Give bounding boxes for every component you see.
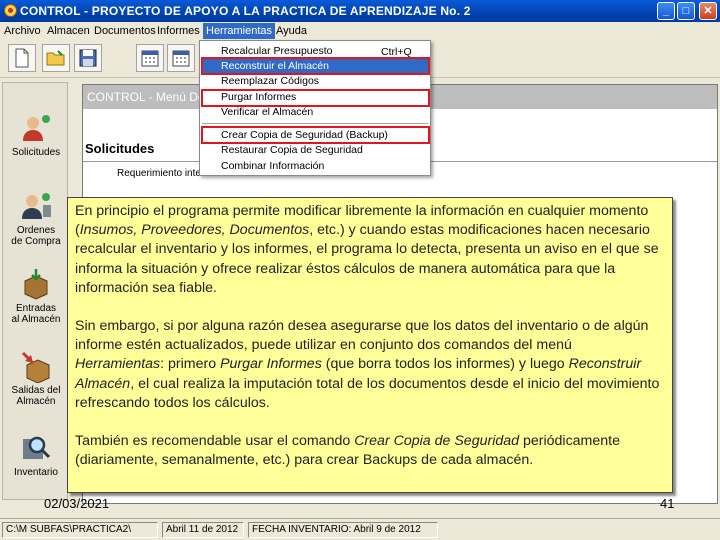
status-inventory-date: FECHA INVENTARIO: Abril 9 de 2012	[248, 522, 438, 538]
status-date: Abril 11 de 2012	[162, 522, 244, 538]
calendar-icon	[172, 50, 190, 67]
menu-bar: Archivo Almacen Documentos Informes Herr…	[0, 22, 720, 40]
menu-item-restaurar-copia[interactable]: Restaurar Copia de Seguridad	[221, 144, 363, 156]
sidebar-label: al Almacén	[11, 314, 61, 325]
note-paragraph-2: Sin embargo, si por alguna razón desea a…	[75, 318, 660, 411]
box-in-icon	[24, 269, 48, 300]
menu-almacen[interactable]: Almacen	[47, 25, 90, 37]
note-paragraph-3: También es recomendable usar el comando …	[75, 433, 620, 469]
menu-herramientas[interactable]: Herramientas	[203, 23, 276, 39]
user-request-icon	[23, 115, 50, 141]
note-paragraph-1: En principio el programa permite modific…	[75, 203, 659, 296]
minimize-button[interactable]: _	[657, 2, 675, 20]
menu-separator	[202, 123, 428, 124]
new-document-button[interactable]	[8, 44, 36, 72]
annotation-box-reconstruir	[201, 57, 430, 75]
save-button[interactable]	[74, 44, 102, 72]
menu-item-reemplazar-codigos[interactable]: Reemplazar Códigos	[221, 75, 319, 87]
menu-ayuda[interactable]: Ayuda	[276, 25, 307, 37]
magnifier-icon	[23, 436, 51, 459]
menu-informes[interactable]: Informes	[157, 25, 200, 37]
menu-documentos[interactable]: Documentos	[94, 25, 156, 37]
folder-icon	[46, 50, 65, 66]
sidebar-label: Entradas	[15, 303, 57, 314]
slide-page-number: 41	[660, 496, 675, 511]
sidebar-item-entradas[interactable]: Entradas al Almacén	[3, 267, 69, 325]
new-file-icon	[15, 48, 29, 68]
annotation-box-purgar	[201, 89, 430, 107]
sidebar-label: Inventario	[14, 467, 58, 478]
menu-item-combinar-informacion[interactable]: Combinar Información	[221, 160, 324, 172]
sidebar: Solicitudes Ordenes de Compra Entradas a…	[2, 82, 68, 500]
menu-item-verificar-almacen[interactable]: Verificar el Almacén	[221, 106, 313, 118]
maximize-button[interactable]: □	[677, 2, 695, 20]
sidebar-item-solicitudes[interactable]: Solicitudes	[3, 111, 69, 158]
menu-item-recalcular-presupuesto[interactable]: Recalcular Presupuesto	[221, 45, 332, 57]
calendar-button-1[interactable]	[136, 44, 164, 72]
sidebar-label: Solicitudes	[11, 147, 61, 158]
sidebar-label: de Compra	[11, 236, 61, 247]
herramientas-dropdown: Recalcular Presupuesto Ctrl+Q Reconstrui…	[199, 40, 431, 176]
annotation-box-crear-copia	[201, 126, 430, 144]
title-bar: CONTROL - PROYECTO DE APOYO A LA PRACTIC…	[0, 0, 720, 22]
inner-window-title: CONTROL - Menú De	[87, 90, 205, 104]
window-title: CONTROL - PROYECTO DE APOYO A LA PRACTIC…	[20, 4, 471, 18]
close-button[interactable]: ✕	[699, 2, 717, 20]
calendar-button-2[interactable]	[167, 44, 195, 72]
buyer-icon	[22, 193, 51, 219]
menu-archivo[interactable]: Archivo	[4, 25, 41, 37]
calendar-icon	[141, 50, 159, 67]
sidebar-item-ordenes[interactable]: Ordenes de Compra	[3, 189, 69, 247]
sidebar-label: Salidas del	[11, 385, 61, 396]
sidebar-label: Almacén	[16, 396, 56, 407]
section-heading: Solicitudes	[85, 141, 155, 156]
status-path: C:\M SUBFAS\PRACTICA2\	[2, 522, 158, 538]
status-bar: C:\M SUBFAS\PRACTICA2\ Abril 11 de 2012 …	[0, 518, 720, 540]
sidebar-label: Ordenes	[16, 225, 56, 236]
slide-date: 02/03/2021	[44, 496, 110, 511]
explanation-note: En principio el programa permite modific…	[67, 197, 673, 493]
sidebar-item-inventario[interactable]: Inventario	[3, 431, 69, 478]
open-folder-button[interactable]	[42, 44, 70, 72]
floppy-disk-icon	[79, 49, 97, 67]
sidebar-item-salidas[interactable]: Salidas del Almacén	[3, 349, 69, 407]
app-icon	[4, 4, 17, 17]
box-out-icon	[21, 351, 50, 383]
